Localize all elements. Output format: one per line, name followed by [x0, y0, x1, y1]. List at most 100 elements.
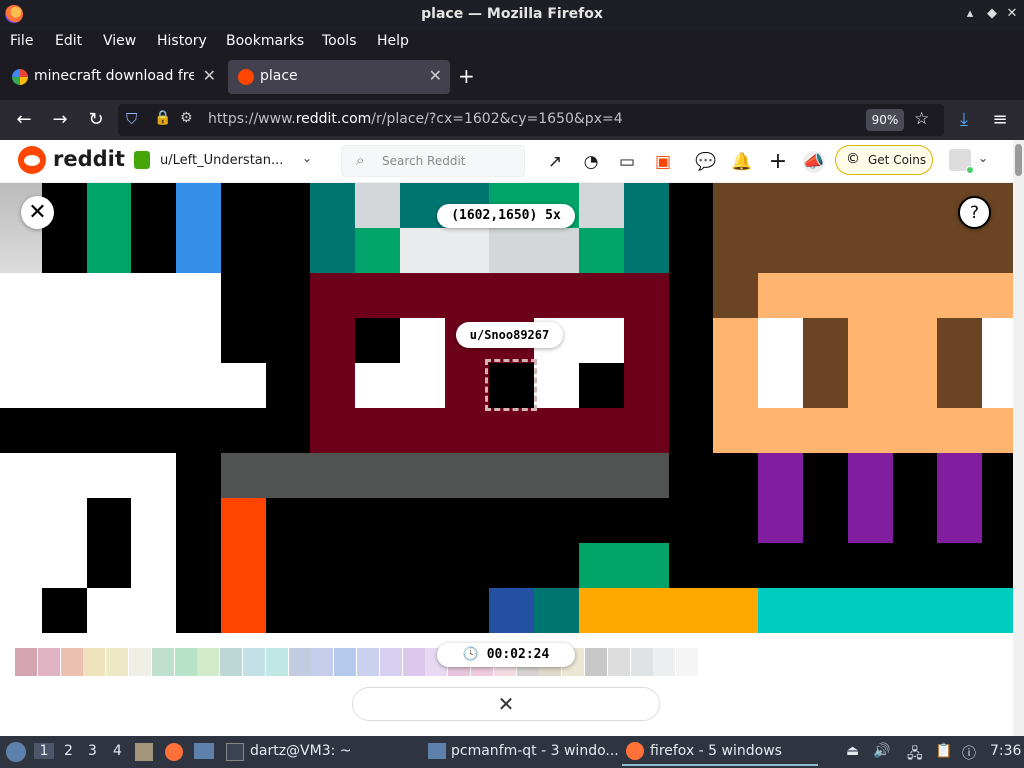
community-icon: [134, 151, 150, 169]
start-menu-icon[interactable]: [6, 742, 26, 762]
get-coins-label: Get Coins: [868, 153, 927, 167]
taskbar-firefox-active[interactable]: firefox - 5 windows: [622, 738, 818, 766]
palette-swatch[interactable]: [151, 648, 174, 676]
create-post-icon[interactable]: +: [767, 151, 789, 173]
help-button[interactable]: ?: [958, 196, 991, 229]
palette-swatch[interactable]: [585, 648, 607, 676]
palette-swatch[interactable]: [288, 648, 311, 676]
palette-swatch[interactable]: [265, 648, 288, 676]
clipboard-icon[interactable]: 📋: [935, 743, 952, 759]
notifications-icon[interactable]: 🔔: [731, 151, 753, 173]
desktop-icon[interactable]: [194, 743, 214, 759]
menu-view[interactable]: View: [103, 33, 136, 49]
coordinates-display: (1602,1650) 5x: [437, 204, 575, 228]
menu-history[interactable]: History: [157, 33, 207, 49]
navigation-bar: ← → ↻ ⛉ 🔒 ⚙ https://www.reddit.com/r/pla…: [0, 100, 1024, 140]
close-tab-icon[interactable]: ✕: [203, 66, 216, 85]
firefox-launcher-icon[interactable]: [165, 743, 183, 761]
palette-swatch[interactable]: [37, 648, 60, 676]
chat-icon[interactable]: 💬: [695, 151, 717, 173]
close-window-icon[interactable]: ✕: [1004, 6, 1020, 22]
workspace-4[interactable]: 4: [113, 743, 122, 759]
zoom-level[interactable]: 90%: [866, 109, 904, 131]
shield-icon[interactable]: ⛉: [126, 110, 137, 128]
chevron-down-icon[interactable]: ⌄: [302, 151, 312, 165]
bookmark-star-icon[interactable]: ☆: [914, 109, 929, 129]
palette-swatch[interactable]: [220, 648, 243, 676]
user-dropdown[interactable]: u/Left_Understan...: [160, 153, 283, 168]
menu-help[interactable]: Help: [377, 33, 409, 49]
palette-swatch[interactable]: [243, 648, 265, 676]
tab-minecraft[interactable]: minecraft download free ✕: [2, 60, 224, 94]
permissions-icon[interactable]: ⚙: [180, 110, 193, 126]
mod-icon[interactable]: ▣: [652, 151, 674, 173]
palette-swatch[interactable]: [15, 648, 37, 676]
palette-swatch[interactable]: [334, 648, 357, 676]
clock-icon: 🕓: [462, 647, 479, 662]
download-icon[interactable]: ⤓: [952, 108, 976, 132]
menu-hamburger-icon[interactable]: ≡: [988, 108, 1012, 132]
palette-swatch[interactable]: [676, 648, 699, 676]
palette-swatch[interactable]: [607, 648, 630, 676]
avatar[interactable]: [949, 149, 974, 174]
video-icon[interactable]: ▭: [616, 151, 638, 173]
tab-label: minecraft download free: [34, 68, 194, 84]
place-canvas[interactable]: ✕ ? (1602,1650) 5x u/Snoo89267: [0, 183, 1013, 633]
new-tab-button[interactable]: +: [458, 64, 482, 98]
forward-icon[interactable]: →: [48, 108, 72, 132]
advertise-icon[interactable]: 📣: [803, 151, 825, 173]
palette-swatch[interactable]: [106, 648, 129, 676]
cancel-placement-button[interactable]: ✕: [352, 687, 660, 721]
taskbar-pcmanfm[interactable]: pcmanfm-qt - 3 windo...: [451, 743, 619, 759]
menu-tools[interactable]: Tools: [322, 33, 357, 49]
network-icon[interactable]: 🖧: [907, 743, 923, 767]
menu-bar: File Edit View History Bookmarks Tools H…: [0, 30, 1024, 54]
tray-eject-icon[interactable]: ⏏: [846, 743, 859, 759]
reddit-wordmark[interactable]: reddit: [53, 147, 125, 171]
palette-swatch[interactable]: [129, 648, 151, 676]
palette-swatch[interactable]: [357, 648, 379, 676]
workspace-1[interactable]: 1: [34, 743, 54, 759]
menu-bookmarks[interactable]: Bookmarks: [226, 33, 304, 49]
menu-edit[interactable]: Edit: [55, 33, 82, 49]
close-tab-icon[interactable]: ✕: [429, 66, 442, 85]
workspace-3[interactable]: 3: [88, 743, 97, 759]
palette-swatch[interactable]: [197, 648, 220, 676]
menu-file[interactable]: File: [10, 33, 33, 49]
search-input[interactable]: ⌕ Search Reddit: [341, 145, 525, 177]
maximize-icon[interactable]: ◆: [984, 6, 1000, 22]
tab-place[interactable]: place ✕: [228, 60, 450, 94]
google-icon: [12, 69, 28, 85]
volume-icon[interactable]: 🔊: [873, 743, 890, 759]
lock-icon[interactable]: 🔒: [154, 110, 171, 126]
reddit-logo-icon[interactable]: [18, 146, 46, 174]
palette-swatch[interactable]: [83, 648, 106, 676]
reload-icon[interactable]: ↻: [84, 108, 108, 132]
palette-swatch[interactable]: [379, 648, 402, 676]
popular-icon[interactable]: ↗: [544, 151, 566, 173]
back-icon[interactable]: ←: [12, 108, 36, 132]
palette-swatch[interactable]: [311, 648, 334, 676]
color-palette: 🕓 00:02:24 ✕: [0, 633, 1013, 736]
coin-icon: ©: [846, 151, 860, 167]
palette-swatch[interactable]: [653, 648, 676, 676]
firefox-icon: [626, 742, 644, 760]
stats-icon[interactable]: ◔: [580, 151, 602, 173]
palette-swatch[interactable]: [402, 648, 425, 676]
palette-swatch[interactable]: [630, 648, 653, 676]
pixel-selection-reticle: [485, 359, 537, 411]
palette-swatch[interactable]: [60, 648, 83, 676]
file-manager-launcher-icon[interactable]: [135, 743, 153, 761]
url-text[interactable]: https://www.reddit.com/r/place/?cx=1602&…: [208, 111, 623, 127]
scrollbar[interactable]: [1013, 140, 1024, 736]
get-coins-button[interactable]: © Get Coins: [835, 145, 933, 175]
chevron-down-icon[interactable]: ⌄: [978, 151, 988, 165]
close-canvas-button[interactable]: ✕: [21, 196, 54, 229]
tab-label: place: [260, 68, 298, 84]
minimize-icon[interactable]: ▴: [962, 6, 978, 22]
taskbar-terminal[interactable]: dartz@VM3: ~: [250, 743, 352, 759]
url-bar[interactable]: ⛉ 🔒 ⚙ https://www.reddit.com/r/place/?cx…: [118, 104, 944, 136]
palette-swatch[interactable]: [174, 648, 197, 676]
workspace-2[interactable]: 2: [64, 743, 73, 759]
notification-icon[interactable]: ⓘ: [962, 743, 976, 763]
